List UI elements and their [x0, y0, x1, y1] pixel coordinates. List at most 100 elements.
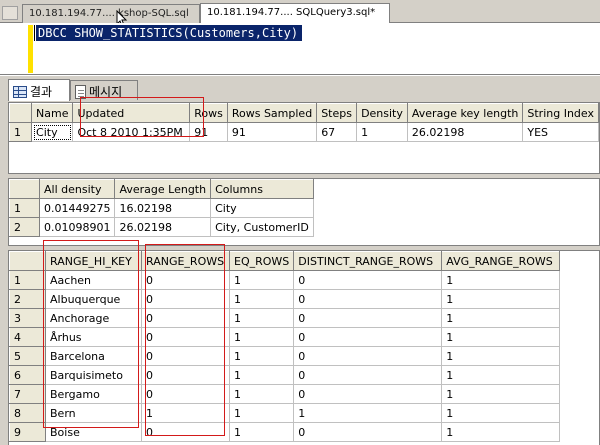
- table-cell[interactable]: 1: [441, 308, 561, 328]
- histogram-grid[interactable]: RANGE_HI_KEY RANGE_ROWS EQ_ROWS DISTINCT…: [8, 250, 600, 445]
- table-cell[interactable]: 1: [441, 289, 561, 309]
- table-cell[interactable]: 1: [228, 327, 295, 347]
- table-cell[interactable]: Oct 8 2010 1:35PM: [72, 122, 191, 142]
- table-cell[interactable]: Anchorage: [45, 308, 142, 328]
- table-cell[interactable]: 0.01098901: [38, 217, 116, 237]
- table-cell[interactable]: 91: [226, 122, 318, 142]
- table-cell[interactable]: YES: [522, 122, 599, 142]
- table-row[interactable]: 1 Aachen 0 1 0 1: [9, 270, 561, 290]
- query-text-line[interactable]: DBCC SHOW_STATISTICS(Customers,City): [36, 25, 303, 41]
- row-number[interactable]: 7: [9, 384, 46, 404]
- table-cell[interactable]: 0: [141, 327, 230, 347]
- table-cell[interactable]: 1: [441, 422, 561, 442]
- table-cell[interactable]: 1: [441, 327, 561, 347]
- table-cell[interactable]: Bergamo: [45, 384, 142, 404]
- table-cell[interactable]: 1: [228, 270, 295, 290]
- table-cell[interactable]: 0: [293, 289, 443, 309]
- table-cell[interactable]: 0: [293, 346, 443, 366]
- stats-header-grid[interactable]: Name Updated Rows Rows Sampled Steps Den…: [8, 102, 600, 174]
- table-cell[interactable]: 67: [316, 122, 358, 142]
- column-header[interactable]: Density: [356, 103, 408, 123]
- table-cell[interactable]: 0: [293, 308, 443, 328]
- row-number[interactable]: 2: [9, 217, 40, 237]
- table-row[interactable]: 1 0.01449275 16.02198 City: [9, 198, 314, 218]
- density-grid[interactable]: All density Average Length Columns 1 0.0…: [8, 178, 600, 246]
- table-cell[interactable]: 26.02198: [406, 122, 524, 142]
- query-editor[interactable]: DBCC SHOW_STATISTICS(Customers,City): [0, 23, 600, 75]
- table-cell[interactable]: 1: [441, 270, 561, 290]
- table-cell[interactable]: 0: [293, 384, 443, 404]
- table-cell[interactable]: 91: [189, 122, 228, 142]
- table-row[interactable]: 5 Barcelona 0 1 0 1: [9, 346, 561, 366]
- column-header[interactable]: Rows: [189, 103, 228, 123]
- column-header[interactable]: Rows Sampled: [226, 103, 318, 123]
- table-row[interactable]: 1 City Oct 8 2010 1:35PM 91 91 67 1 26.0…: [9, 122, 599, 142]
- table-row[interactable]: 2 0.01098901 26.02198 City, CustomerID: [9, 217, 314, 237]
- table-cell[interactable]: 0: [293, 327, 443, 347]
- table-row[interactable]: 6 Barquisimeto 0 1 0 1: [9, 365, 561, 385]
- table-cell[interactable]: 0: [293, 365, 443, 385]
- table-cell[interactable]: 1: [441, 365, 561, 385]
- table-cell[interactable]: Bern: [45, 403, 142, 423]
- column-header[interactable]: Name: [31, 103, 74, 123]
- table-row[interactable]: 8 Bern 1 1 1 1: [9, 403, 561, 423]
- doc-tab-sqlquery3[interactable]: 10.181.194.77.... SQLQuery3.sql*: [200, 3, 390, 24]
- table-cell[interactable]: 1: [228, 346, 295, 366]
- row-number[interactable]: 8: [9, 403, 46, 423]
- tab-messages[interactable]: 메시지: [70, 80, 138, 100]
- row-number[interactable]: 4: [9, 327, 46, 347]
- table-cell[interactable]: 0: [293, 270, 443, 290]
- table-cell[interactable]: 1: [293, 403, 443, 423]
- row-number[interactable]: 1: [9, 122, 33, 142]
- column-header[interactable]: String Index: [522, 103, 599, 123]
- row-number[interactable]: 1: [9, 198, 40, 218]
- column-header[interactable]: Columns: [210, 179, 314, 199]
- table-cell[interactable]: 0: [293, 422, 443, 442]
- table-cell[interactable]: 1: [228, 403, 295, 423]
- table-cell[interactable]: 26.02198: [114, 217, 212, 237]
- table-cell[interactable]: Barquisimeto: [45, 365, 142, 385]
- row-number[interactable]: 5: [9, 346, 46, 366]
- table-cell[interactable]: 1: [228, 365, 295, 385]
- table-cell[interactable]: Barcelona: [45, 346, 142, 366]
- table-cell[interactable]: 1: [228, 422, 295, 442]
- table-cell[interactable]: Århus: [45, 327, 142, 347]
- row-number[interactable]: 9: [9, 422, 46, 442]
- column-header[interactable]: AVG_RANGE_ROWS: [441, 251, 561, 271]
- table-cell[interactable]: City: [210, 198, 314, 218]
- doc-tab-workshop-sql[interactable]: 10.181.194.77.... kshop-SQL.sql: [22, 4, 200, 23]
- table-cell[interactable]: 0: [141, 308, 230, 328]
- table-cell[interactable]: City, CustomerID: [210, 217, 314, 237]
- table-cell[interactable]: Aachen: [45, 270, 142, 290]
- tab-scroll-button[interactable]: [2, 6, 18, 20]
- table-cell[interactable]: 1: [356, 122, 408, 142]
- table-cell[interactable]: 16.02198: [114, 198, 212, 218]
- row-number[interactable]: 3: [9, 308, 46, 328]
- row-number[interactable]: 2: [9, 289, 46, 309]
- table-row[interactable]: 2 Albuquerque 0 1 0 1: [9, 289, 561, 309]
- table-cell[interactable]: 0.01449275: [38, 198, 116, 218]
- column-header[interactable]: Updated: [72, 103, 191, 123]
- table-row[interactable]: 3 Anchorage 0 1 0 1: [9, 308, 561, 328]
- row-number[interactable]: 1: [9, 270, 46, 290]
- tab-results[interactable]: 결과: [8, 79, 70, 101]
- table-cell[interactable]: 0: [141, 289, 230, 309]
- table-row[interactable]: 7 Bergamo 0 1 0 1: [9, 384, 561, 404]
- column-header[interactable]: DISTINCT_RANGE_ROWS: [293, 251, 443, 271]
- table-cell[interactable]: 0: [141, 422, 230, 442]
- table-cell[interactable]: 1: [228, 289, 295, 309]
- table-cell[interactable]: 0: [141, 384, 230, 404]
- table-row[interactable]: 9 Boise 0 1 0 1: [9, 422, 561, 442]
- table-cell[interactable]: 0: [141, 270, 230, 290]
- table-row[interactable]: 4 Århus 0 1 0 1: [9, 327, 561, 347]
- table-cell[interactable]: City: [31, 122, 74, 142]
- table-cell[interactable]: 1: [441, 346, 561, 366]
- table-cell[interactable]: 0: [141, 346, 230, 366]
- column-header[interactable]: EQ_ROWS: [228, 251, 295, 271]
- column-header[interactable]: Average key length: [406, 103, 524, 123]
- table-cell[interactable]: Boise: [45, 422, 142, 442]
- table-cell[interactable]: 0: [141, 365, 230, 385]
- table-cell[interactable]: 1: [228, 384, 295, 404]
- table-cell[interactable]: Albuquerque: [45, 289, 142, 309]
- table-cell[interactable]: 1: [141, 403, 230, 423]
